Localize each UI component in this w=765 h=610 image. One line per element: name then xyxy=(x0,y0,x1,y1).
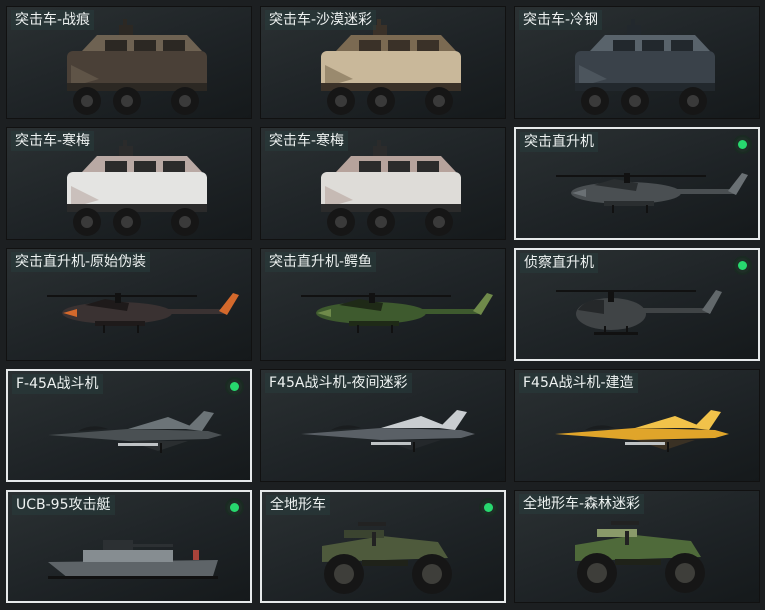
card-label: F-45A战斗机 xyxy=(12,374,103,394)
card-label: 突击车-战痕 xyxy=(11,10,95,30)
vehicle-card[interactable]: 突击车-寒梅 xyxy=(6,127,252,240)
owned-status-dot-icon xyxy=(735,258,750,273)
card-label: 突击车-寒梅 xyxy=(11,131,95,151)
vehicle-card[interactable]: 突击车-沙漠迷彩 xyxy=(260,6,506,119)
vehicle-card[interactable]: 突击直升机-鳄鱼 xyxy=(260,248,506,361)
card-label: 突击直升机 xyxy=(520,132,598,152)
card-label: F45A战斗机-建造 xyxy=(519,373,638,393)
card-label: 突击车-冷钢 xyxy=(519,10,603,30)
card-label: 全地形车 xyxy=(266,495,330,515)
owned-status-dot-icon xyxy=(735,137,750,152)
vehicle-card[interactable]: UCB-95攻击艇 xyxy=(6,490,252,603)
vehicle-card[interactable]: F-45A战斗机 xyxy=(6,369,252,482)
owned-status-dot-icon xyxy=(227,379,242,394)
card-label: 侦察直升机 xyxy=(520,253,598,273)
card-label: 全地形车-森林迷彩 xyxy=(519,494,645,514)
vehicle-card[interactable]: 全地形车-森林迷彩 xyxy=(514,490,760,603)
card-label: 突击直升机-原始伪装 xyxy=(11,252,151,272)
vehicle-card[interactable]: F45A战斗机-夜间迷彩 xyxy=(260,369,506,482)
vehicle-card[interactable]: 突击车-冷钢 xyxy=(514,6,760,119)
vehicle-card[interactable]: 突击车-战痕 xyxy=(6,6,252,119)
owned-status-dot-icon xyxy=(227,500,242,515)
vehicle-card[interactable]: 侦察直升机 xyxy=(514,248,760,361)
vehicle-card[interactable]: 突击直升机-原始伪装 xyxy=(6,248,252,361)
vehicle-card[interactable]: 突击车-寒梅 xyxy=(260,127,506,240)
vehicle-card[interactable]: F45A战斗机-建造 xyxy=(514,369,760,482)
card-label: 突击车-沙漠迷彩 xyxy=(265,10,377,30)
card-label: 突击直升机-鳄鱼 xyxy=(265,252,377,272)
vehicle-card[interactable]: 全地形车 xyxy=(260,490,506,603)
card-label: 突击车-寒梅 xyxy=(265,131,349,151)
vehicle-skin-grid: 突击车-战痕 突击车-沙漠迷彩 突击车-冷钢 突击车-寒梅 突击车-寒梅 突击直… xyxy=(6,6,760,603)
vehicle-card[interactable]: 突击直升机 xyxy=(514,127,760,240)
card-label: F45A战斗机-夜间迷彩 xyxy=(265,373,412,393)
owned-status-dot-icon xyxy=(481,500,496,515)
card-label: UCB-95攻击艇 xyxy=(12,495,115,515)
